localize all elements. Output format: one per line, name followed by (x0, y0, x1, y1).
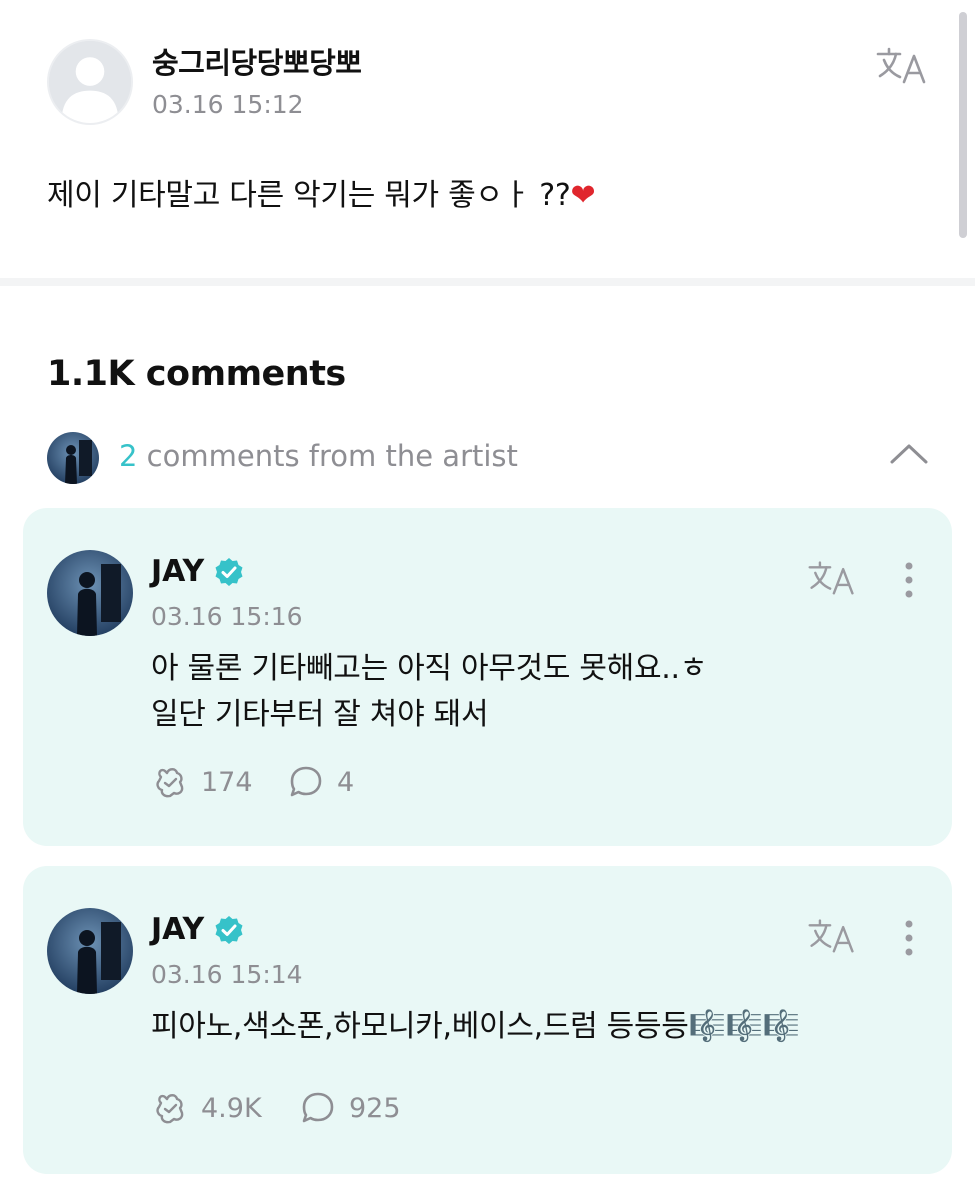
reply-button[interactable]: 925 (299, 1088, 401, 1128)
like-button[interactable]: 174 (151, 762, 253, 802)
like-icon (156, 1094, 184, 1124)
artist-comment-card: JAY 03.16 15:16 아 물론 기타빼고는 아직 아무것도 못해요..… (23, 508, 952, 846)
post-text-content: 제이 기타말고 다른 악기는 뭐가 좋ㅇㅏ ?? (47, 178, 571, 213)
scrollbar[interactable] (959, 12, 967, 238)
comment-text-line: 아 물론 기타빼고는 아직 아무것도 못해요..ㅎ (151, 651, 708, 686)
artist-comments-count: 2 (119, 439, 138, 473)
artist-avatar[interactable] (47, 550, 133, 636)
comment-author-name[interactable]: JAY (151, 912, 204, 947)
post: 숭그리당당뽀당뽀 03.16 15:12 제이 기타말고 다른 악기는 뭐가 좋… (0, 0, 975, 280)
artist-comments-text: comments from the artist (137, 439, 518, 473)
verified-badge-icon (213, 556, 245, 588)
reply-icon (290, 766, 322, 797)
artist-comment-card: JAY 03.16 15:14 피아노,색소폰,하모니카,베이스,드럼 등등등🎼… (23, 866, 952, 1174)
like-count: 174 (201, 766, 253, 798)
comment-timestamp: 03.16 15:16 (151, 602, 303, 631)
comment-timestamp: 03.16 15:14 (151, 960, 303, 989)
post-body-text: 제이 기타말고 다른 악기는 뭐가 좋ㅇㅏ ??❤ (47, 170, 596, 214)
artist-comments-toggle[interactable]: 2 comments from the artist (47, 430, 947, 484)
translate-icon[interactable] (874, 44, 930, 86)
more-icon[interactable] (895, 558, 923, 602)
post-author-name[interactable]: 숭그리당당뽀당뽀 (152, 40, 362, 82)
artist-avatar[interactable] (47, 908, 133, 994)
like-count: 4.9K (201, 1092, 262, 1124)
default-avatar-icon[interactable] (47, 39, 133, 125)
comment-author-name[interactable]: JAY (151, 554, 204, 589)
comment-text-line: 일단 기타부터 잘 쳐야 돼서 (151, 697, 489, 732)
chevron-up-icon[interactable] (889, 440, 929, 468)
verified-badge-icon (213, 914, 245, 946)
more-icon[interactable] (895, 916, 923, 960)
artist-avatar (47, 432, 99, 484)
reply-count: 4 (337, 766, 355, 798)
like-icon (156, 768, 184, 798)
post-timestamp: 03.16 15:12 (152, 90, 304, 119)
reply-button[interactable]: 4 (287, 762, 354, 802)
translate-icon[interactable] (806, 916, 858, 956)
section-divider (0, 278, 975, 286)
artist-comments-label: 2 comments from the artist (119, 439, 518, 473)
comments-count-heading: 1.1K comments (47, 354, 346, 394)
reply-count: 925 (349, 1092, 401, 1124)
heart-emoji: ❤ (570, 178, 596, 213)
reply-icon (302, 1092, 334, 1123)
translate-icon[interactable] (806, 558, 858, 598)
like-button[interactable]: 4.9K (151, 1088, 262, 1128)
comment-text-line: 피아노,색소폰,하모니카,베이스,드럼 등등등🎼🎼🎼 (151, 1009, 800, 1044)
